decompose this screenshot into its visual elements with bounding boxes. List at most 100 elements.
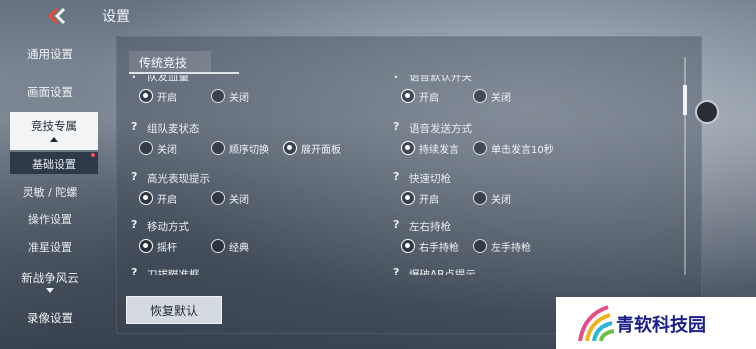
setting-label: 高光表现提示	[147, 173, 210, 185]
page-title: 设置	[102, 9, 130, 25]
radio-option[interactable]: 关闭	[473, 88, 511, 104]
option-label: 开启	[419, 194, 439, 206]
sidebar-item-crosshair[interactable]: 准星设置	[0, 239, 100, 255]
sidebar-item-new-war[interactable]: 新战争风云	[0, 270, 100, 293]
sidebar-item-label: 画面设置	[27, 85, 73, 99]
help-icon[interactable]: ?	[131, 267, 143, 276]
help-icon[interactable]: ?	[393, 219, 405, 231]
watermark: 青软科技园	[556, 297, 756, 349]
radio-option[interactable]: 关闭	[139, 140, 177, 156]
setting-label: 组队麦状态	[147, 123, 200, 135]
radio-option[interactable]: 关闭	[211, 88, 249, 104]
radio-option[interactable]: 开启	[401, 190, 439, 206]
help-icon[interactable]: ?	[393, 75, 405, 81]
setting-move-mode: ? 移动方式 摇杆 经典	[131, 219, 401, 265]
setting-label: 爆破AB点提示	[409, 269, 476, 275]
radio-option[interactable]: 持续发言	[401, 140, 459, 156]
radio-option[interactable]: 开启	[401, 88, 439, 104]
radio-option[interactable]: 开启	[139, 88, 177, 104]
option-label: 单击发言10秒	[491, 144, 554, 156]
radio-option[interactable]: 顺序切换	[211, 140, 269, 156]
radio-option[interactable]: 关闭	[211, 190, 249, 206]
option-label: 关闭	[229, 194, 249, 206]
setting-quick-switch: ? 快速切枪 开启 关闭	[393, 171, 663, 217]
radio-selected-icon	[283, 141, 297, 155]
help-icon[interactable]: ?	[393, 121, 405, 133]
radio-unselected-icon	[211, 89, 225, 103]
radio-unselected-icon	[211, 141, 225, 155]
radio-selected-icon	[401, 239, 415, 253]
setting-label: 语音默认开关	[409, 75, 472, 83]
option-label: 持续发言	[419, 144, 459, 156]
sidebar-item-competitive[interactable]: 竞技专属	[10, 112, 98, 150]
radio-selected-icon	[401, 141, 415, 155]
setting-ab-hint: ? 爆破AB点提示	[393, 267, 663, 276]
option-label: 关闭	[229, 92, 249, 104]
radio-option[interactable]: 关闭	[473, 190, 511, 206]
help-icon[interactable]: ?	[131, 121, 143, 133]
option-label: 关闭	[491, 92, 511, 104]
radio-option[interactable]: 右手持枪	[401, 238, 459, 254]
radio-option[interactable]: 左手持枪	[473, 238, 531, 254]
setting-label: 移动方式	[147, 221, 189, 233]
setting-knife-aim: ? 刀拔瞄准框	[131, 267, 401, 276]
help-icon[interactable]: ?	[393, 267, 405, 276]
sidebar-item-general[interactable]: 通用设置	[0, 46, 100, 62]
radio-option[interactable]: 展开面板	[283, 140, 341, 156]
settings-list[interactable]: ? 队友血量 开启 关闭 ? 组队麦状态 关闭 顺序切换	[117, 75, 677, 275]
setting-label: 语音发送方式	[409, 123, 472, 135]
radio-option[interactable]: 经典	[211, 238, 249, 254]
radio-unselected-icon	[473, 89, 487, 103]
sidebar-item-label: 灵敏 / 陀螺	[22, 186, 78, 199]
sidebar-item-controls[interactable]: 操作设置	[0, 211, 100, 227]
sidebar-item-replay[interactable]: 录像设置	[0, 310, 100, 326]
section-title: 传统竞技	[129, 51, 211, 73]
radio-option[interactable]: 单击发言10秒	[473, 140, 554, 156]
option-label: 左手持枪	[491, 242, 531, 254]
setting-hand: ? 左右持枪 右手持枪 左手持枪	[393, 219, 663, 265]
sidebar-item-label: 竞技专属	[31, 119, 77, 133]
sidebar-item-graphics[interactable]: 画面设置	[0, 84, 100, 100]
setting-voice-default: ? 语音默认开关 开启 关闭	[393, 75, 663, 115]
top-bar: 设置	[0, 0, 756, 32]
help-icon[interactable]: ?	[131, 219, 143, 231]
option-label: 开启	[157, 92, 177, 104]
sidebar-item-sensitivity[interactable]: 灵敏 / 陀螺	[0, 184, 100, 200]
scrollbar-thumb[interactable]	[683, 85, 687, 115]
sidebar-item-label: 新战争风云	[21, 271, 79, 285]
sidebar-item-label: 准星设置	[28, 241, 72, 254]
radio-option[interactable]: 开启	[139, 190, 177, 206]
section-underline	[129, 72, 239, 74]
back-button[interactable]	[44, 6, 70, 26]
radio-unselected-icon	[473, 191, 487, 205]
notification-dot-icon	[91, 153, 95, 157]
option-label: 展开面板	[301, 144, 341, 156]
option-label: 关闭	[491, 194, 511, 206]
sidebar: 通用设置 画面设置 竞技专属 基础设置 灵敏 / 陀螺 操作设置 准星设置 新战…	[0, 32, 112, 349]
radio-selected-icon	[139, 239, 153, 253]
sidebar-item-label: 录像设置	[27, 311, 73, 325]
option-label: 摇杆	[157, 242, 177, 254]
sidebar-item-label: 操作设置	[28, 213, 72, 226]
settings-panel: 传统竞技 ? 队友血量 开启 关闭 ? 组队麦状态 关闭 顺序	[116, 36, 702, 334]
radio-option[interactable]: 摇杆	[139, 238, 177, 254]
restore-default-button[interactable]: 恢复默认	[126, 296, 222, 324]
radio-unselected-icon	[473, 141, 487, 155]
setting-label: 队友血量	[147, 75, 189, 83]
radio-unselected-icon	[211, 191, 225, 205]
setting-team-mic: ? 组队麦状态 关闭 顺序切换 展开面板	[131, 121, 401, 167]
help-icon[interactable]: ?	[131, 75, 143, 81]
sidebar-item-label: 通用设置	[27, 47, 73, 61]
help-icon[interactable]: ?	[393, 171, 405, 183]
help-icon[interactable]: ?	[131, 171, 143, 183]
option-label: 关闭	[157, 144, 177, 156]
sidebar-item-basic[interactable]: 基础设置	[10, 152, 98, 174]
radio-unselected-icon	[211, 239, 225, 253]
floating-assist-button[interactable]	[695, 100, 719, 124]
double-chevron-left-icon	[47, 7, 66, 25]
radio-selected-icon	[139, 191, 153, 205]
setting-label: 左右持枪	[409, 221, 451, 233]
setting-label: 快速切枪	[409, 173, 451, 185]
setting-highlight-tips: ? 高光表现提示 开启 关闭	[131, 171, 401, 217]
radio-selected-icon	[401, 89, 415, 103]
